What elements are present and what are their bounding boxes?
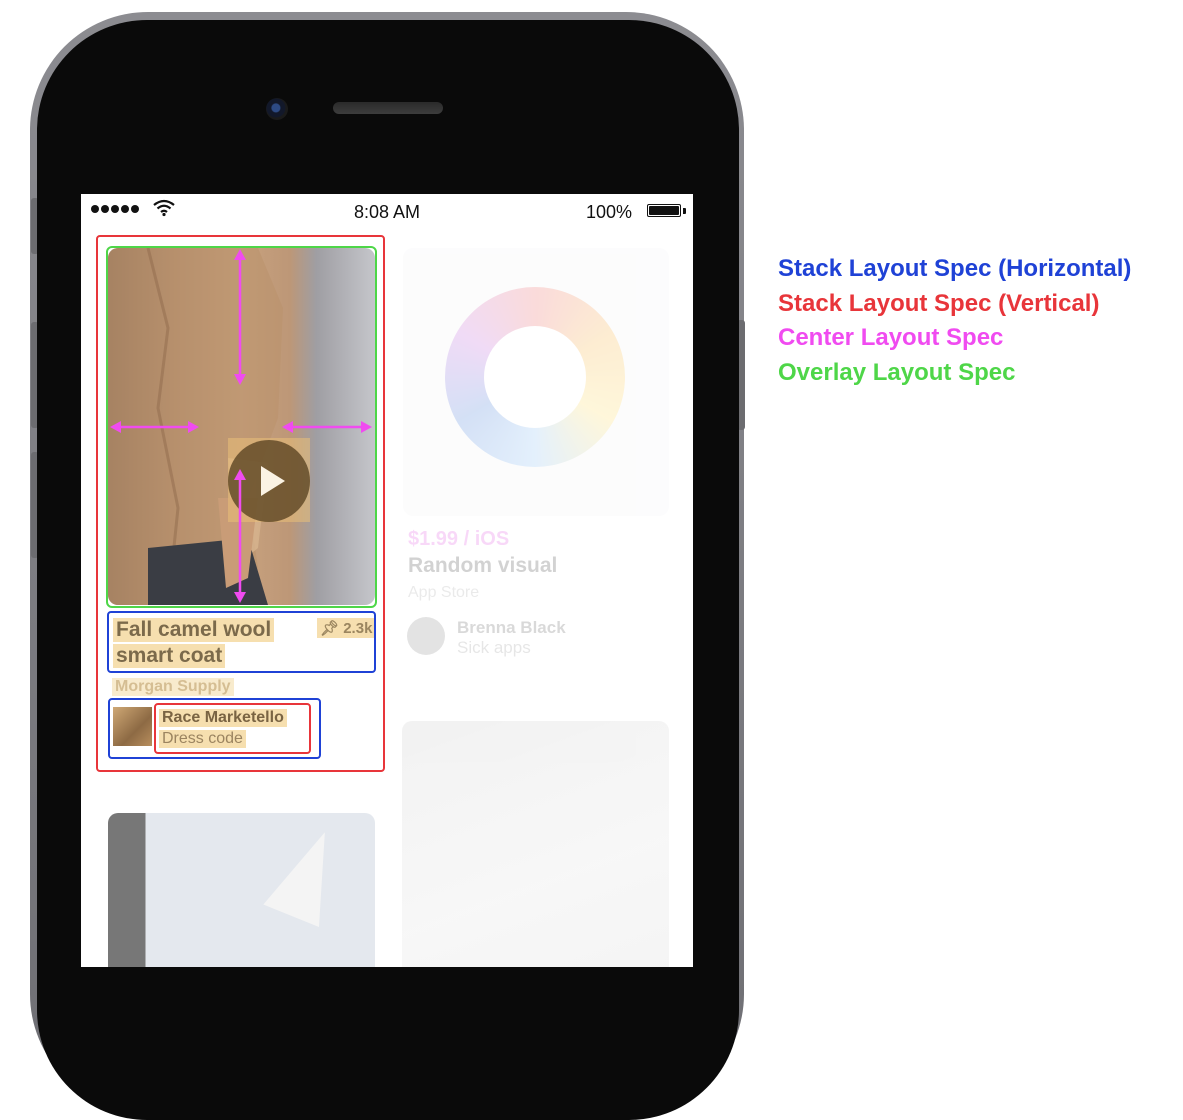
legend-center: Center Layout Spec (778, 324, 1004, 351)
legend-horizontal-stack: Stack Layout Spec (Horizontal) (778, 255, 1132, 282)
legend: Stack Layout Spec (Horizontal) Stack Lay… (778, 252, 1131, 390)
legend-overlay: Overlay Layout Spec (778, 358, 1016, 386)
center-spec-arrows (110, 249, 372, 603)
legend-vertical-stack: Stack Layout Spec (Vertical) (778, 289, 1100, 317)
